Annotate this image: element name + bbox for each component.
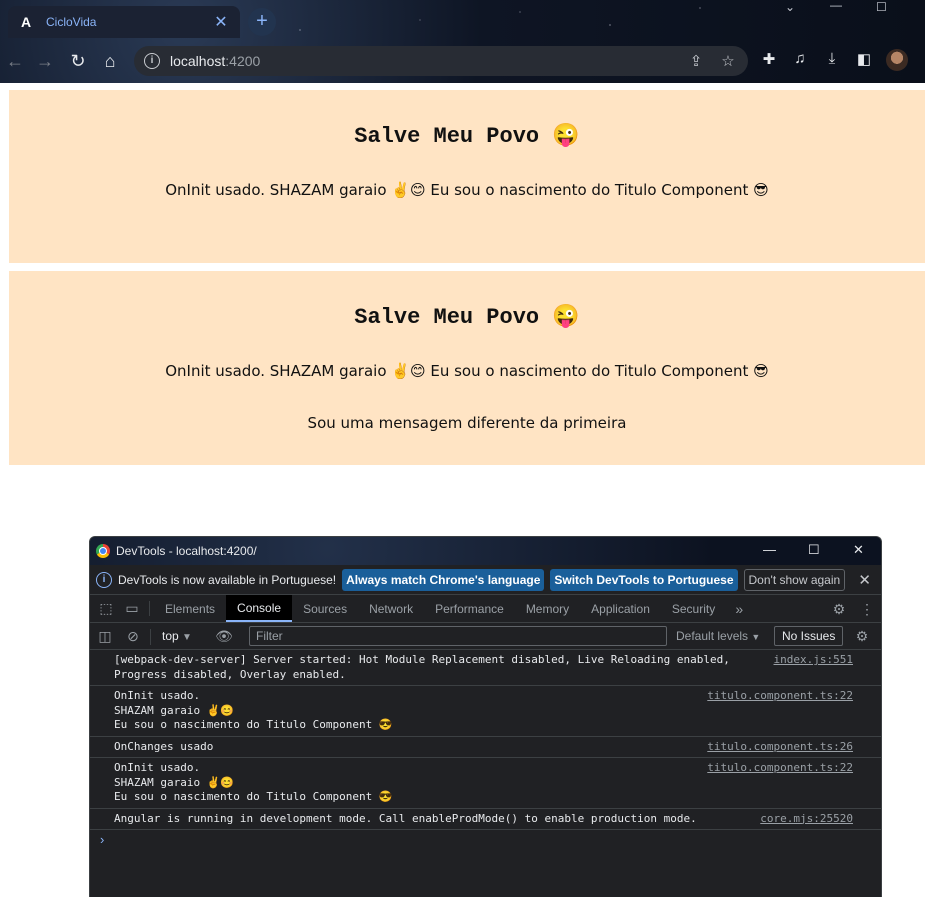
browser-chrome: A CicloVida ✕ + ⌄ — ☐ ← → ↻ ⌂ i localhos… [0, 0, 925, 83]
chevron-down-icon[interactable]: ⌄ [785, 0, 795, 16]
info-icon[interactable]: i [144, 53, 160, 69]
source-link[interactable]: titulo.component.ts:22 [707, 689, 853, 704]
issues-button[interactable]: No Issues [774, 626, 844, 646]
side-panel-icon[interactable]: ◧ [854, 50, 874, 70]
console-message-line: SHAZAM garaio ✌️😊 [114, 775, 235, 789]
chrome-logo-icon [96, 544, 110, 558]
console-message: OnInit usado. SHAZAM garaio ✌️😊 Eu sou o n… [90, 758, 881, 809]
tab-security[interactable]: Security [661, 595, 726, 622]
console-message: OnChanges usado titulo.component.ts:26 [90, 737, 881, 758]
extensions-puzzle-icon[interactable]: ✚ [759, 50, 779, 70]
angular-logo-icon: A [20, 14, 32, 30]
new-tab-button[interactable]: + [248, 8, 276, 36]
close-icon[interactable]: ✕ [858, 571, 871, 589]
tab-elements[interactable]: Elements [154, 595, 226, 622]
maximize-icon[interactable]: ☐ [808, 542, 820, 558]
console-message-line: Eu sou o nascimento do Titulo Component … [114, 790, 393, 803]
console-message-line: Eu sou o nascimento do Titulo Component … [114, 718, 393, 731]
minimize-icon[interactable]: — [763, 542, 776, 557]
source-link[interactable]: titulo.component.ts:26 [707, 740, 853, 755]
settings-gear-icon[interactable]: ⚙ [826, 595, 852, 623]
back-arrow-icon[interactable]: ← [4, 50, 26, 72]
always-match-language-button[interactable]: Always match Chrome's language [342, 568, 545, 591]
media-queue-icon[interactable]: ♫ [790, 50, 810, 70]
card-extra-message: Sou uma mensagem diferente da primeira [307, 414, 627, 432]
more-tabs-chevron-icon[interactable]: » [726, 595, 752, 622]
switch-to-portuguese-button[interactable]: Switch DevTools to Portuguese [550, 568, 738, 591]
devtools-title: DevTools - localhost:4200/ [116, 544, 257, 558]
console-settings-gear-icon[interactable]: ⚙ [849, 626, 875, 646]
card-title: Salve Meu Povo 😜 [354, 305, 580, 330]
eye-icon[interactable]: 👁 [211, 626, 237, 646]
tab-console[interactable]: Console [226, 595, 293, 622]
device-toolbar-icon[interactable]: ▭ [119, 595, 145, 622]
console-message: OnInit usado. SHAZAM garaio ✌️😊 Eu sou o n… [90, 686, 881, 737]
dont-show-again-button[interactable]: Don't show again [743, 568, 846, 591]
address-bar[interactable]: i localhost:4200 ⇪ ☆ [134, 46, 748, 76]
titulo-component-card-2: Salve Meu Povo 😜 OnInit usado. SHAZAM ga… [9, 271, 925, 465]
infobar-message: DevTools is now available in Portuguese! [118, 572, 337, 587]
maximize-icon[interactable]: ☐ [876, 0, 887, 16]
source-link[interactable]: index.js:551 [774, 653, 853, 668]
home-icon[interactable]: ⌂ [99, 50, 121, 72]
tab-network[interactable]: Network [358, 595, 424, 622]
card-text: OnInit usado. SHAZAM garaio ✌️😊 Eu sou o… [165, 181, 769, 199]
tab-title: CicloVida [46, 15, 97, 29]
divider [149, 601, 150, 616]
tab-application[interactable]: Application [580, 595, 661, 622]
source-link[interactable]: titulo.component.ts:22 [707, 761, 853, 776]
browser-toolbar: ← → ↻ ⌂ i localhost:4200 ⇪ ☆ ✚ ♫ ⤓ ◧ [0, 40, 925, 82]
console-message-line: [webpack-dev-server] Server started: Hot… [114, 653, 730, 666]
devtools-tabs: ⬚ ▭ Elements Console Sources Network Per… [90, 595, 881, 623]
share-icon[interactable]: ⇪ [687, 52, 705, 70]
language-infobar: i DevTools is now available in Portugues… [90, 565, 881, 595]
console-filterbar: ◫ ⊘ top ▼ 👁 Filter Default levels ▼ No I… [90, 623, 881, 650]
inspect-element-icon[interactable]: ⬚ [93, 595, 119, 622]
sidebar-toggle-icon[interactable]: ◫ [92, 626, 118, 646]
devtools-window: DevTools - localhost:4200/ — ☐ ✕ i DevTo… [89, 536, 882, 897]
close-icon[interactable]: ✕ [853, 542, 864, 558]
divider [150, 629, 151, 645]
tab-memory[interactable]: Memory [515, 595, 580, 622]
console-message-line: SHAZAM garaio ✌️😊 [114, 703, 235, 717]
console-prompt[interactable]: › [90, 830, 881, 847]
forward-arrow-icon[interactable]: → [34, 50, 56, 72]
avatar[interactable] [886, 49, 908, 71]
close-icon[interactable]: ✕ [212, 12, 230, 32]
console-message-line: Progress disabled, Overlay enabled. [114, 667, 346, 681]
info-icon: i [96, 571, 112, 588]
filter-input[interactable]: Filter [249, 626, 667, 646]
devtools-titlebar: DevTools - localhost:4200/ — ☐ ✕ [90, 537, 881, 565]
minimize-icon[interactable]: — [830, 0, 842, 14]
titulo-component-card-1: Salve Meu Povo 😜 OnInit usado. SHAZAM ga… [9, 90, 925, 263]
source-link[interactable]: core.mjs:25520 [760, 812, 853, 827]
console-message: Angular is running in development mode. … [90, 809, 881, 830]
card-title: Salve Meu Povo 😜 [354, 124, 580, 149]
star-icon[interactable]: ☆ [719, 52, 737, 70]
tab-sources[interactable]: Sources [292, 595, 358, 622]
more-options-icon[interactable]: ⋮ [854, 595, 880, 623]
download-icon[interactable]: ⤓ [822, 50, 842, 70]
card-text: OnInit usado. SHAZAM garaio ✌️😊 Eu sou o… [165, 362, 769, 380]
console-message: [webpack-dev-server] Server started: Hot… [90, 650, 881, 686]
url-text: localhost:4200 [170, 53, 261, 69]
reload-icon[interactable]: ↻ [67, 50, 89, 72]
context-selector[interactable]: top ▼ [162, 629, 192, 643]
browser-tab[interactable]: A CicloVida ✕ [8, 6, 240, 38]
console-log-area: [webpack-dev-server] Server started: Hot… [90, 650, 881, 830]
log-levels-dropdown[interactable]: Default levels ▼ [676, 629, 760, 643]
clear-console-icon[interactable]: ⊘ [120, 626, 146, 646]
tab-performance[interactable]: Performance [424, 595, 515, 622]
